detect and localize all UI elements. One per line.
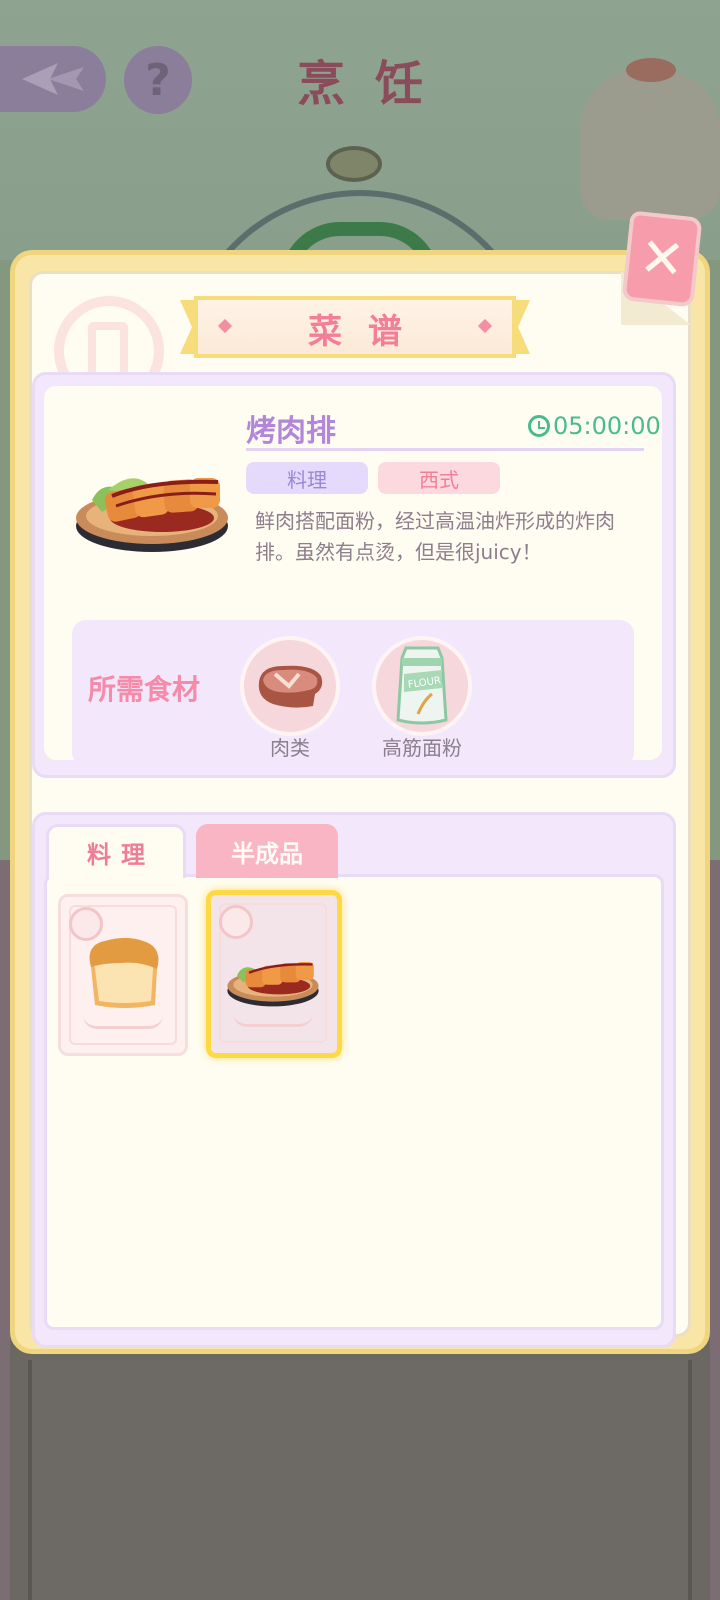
teapot-lid-decoration [626, 58, 676, 82]
ingredient-meat-label: 肉类 [270, 736, 310, 760]
ingredient-flour[interactable]: FLOUR [372, 636, 472, 736]
kitchen-counter [28, 1360, 692, 1600]
teapot-decoration [580, 70, 720, 220]
ingredients-label: 所需食材 [88, 673, 201, 706]
ingredient-flour-label: 高筋面粉 [382, 736, 462, 760]
utensil-badge-icon [219, 905, 253, 939]
recipe-description: 鲜肉搭配面粉，经过高温油炸形成的炸肉排。虽然有点烫，但是很juicy！ [255, 509, 615, 564]
clock-icon [528, 415, 550, 437]
name-divider [246, 448, 644, 451]
recipe-name: 烤肉排 [246, 414, 336, 449]
modal-title: 菜谱 [308, 312, 428, 352]
scene-side-left [0, 860, 10, 1600]
cook-time-value: 05:00:00 [553, 412, 661, 440]
tab-cooking[interactable]: 料理 [46, 824, 186, 878]
flour-bag-icon: FLOUR [396, 646, 448, 725]
scene-side-right [710, 860, 720, 1600]
bread-icon [89, 938, 159, 1008]
meat-icon [258, 665, 323, 708]
tag-cuisine: 西式 [378, 462, 500, 494]
recipe-item-fried-steak[interactable] [206, 890, 342, 1058]
close-button[interactable]: ✕ [621, 210, 703, 308]
ingredient-meat[interactable] [240, 636, 340, 736]
laurel-icon [233, 1013, 313, 1027]
laurel-icon [83, 1015, 163, 1029]
close-icon: ✕ [636, 224, 688, 293]
recipe-item-bread[interactable] [58, 894, 188, 1056]
cook-time: 05:00:00 [528, 412, 661, 440]
title-ribbon: 菜谱 [180, 296, 530, 358]
pot-lid-icon [326, 146, 382, 182]
tag-category: 料理 [246, 462, 368, 494]
tab-semi-finished[interactable]: 半成品 [196, 824, 338, 878]
fried-steak-icon [227, 962, 319, 1007]
fried-steak-icon [76, 478, 228, 552]
